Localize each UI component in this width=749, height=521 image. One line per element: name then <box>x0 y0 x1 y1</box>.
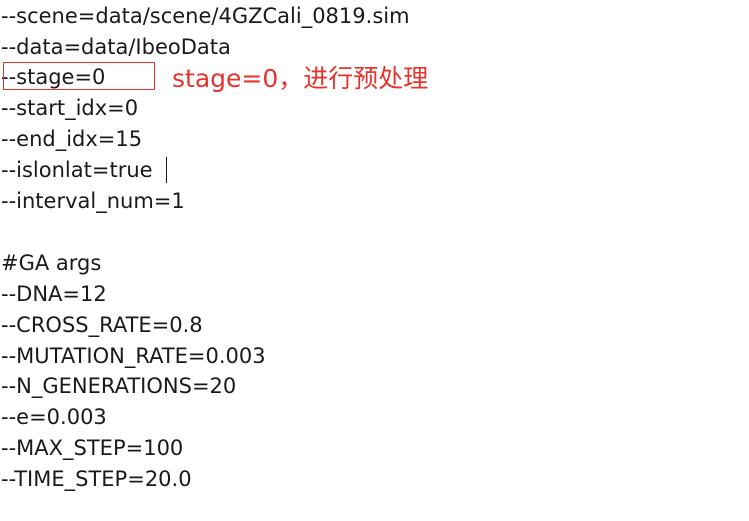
config-line-islonlat: --islonlat=true <box>1 158 153 182</box>
stage-highlight-box <box>3 62 155 90</box>
config-line-data: --data=data/IbeoData <box>1 35 231 59</box>
section-comment-ga-args: #GA args <box>1 251 102 275</box>
config-line-interval-num: --interval_num=1 <box>1 189 185 213</box>
config-line-n-generations: --N_GENERATIONS=20 <box>1 374 237 398</box>
config-line-e: --e=0.003 <box>1 405 107 429</box>
config-line-time-step: --TIME_STEP=20.0 <box>1 467 192 491</box>
config-line-cross-rate: --CROSS_RATE=0.8 <box>1 313 203 337</box>
config-line-end-idx: --end_idx=15 <box>1 127 143 151</box>
config-line-mutation-rate: --MUTATION_RATE=0.003 <box>1 344 266 368</box>
text-cursor <box>166 157 167 183</box>
config-line-scene: --scene=data/scene/4GZCali_0819.sim <box>1 4 410 28</box>
config-line-dna: --DNA=12 <box>1 282 107 306</box>
config-line-start-idx: --start_idx=0 <box>1 96 139 120</box>
config-line-max-step: --MAX_STEP=100 <box>1 436 184 460</box>
stage-annotation-note: stage=0，进行预处理 <box>172 64 429 93</box>
